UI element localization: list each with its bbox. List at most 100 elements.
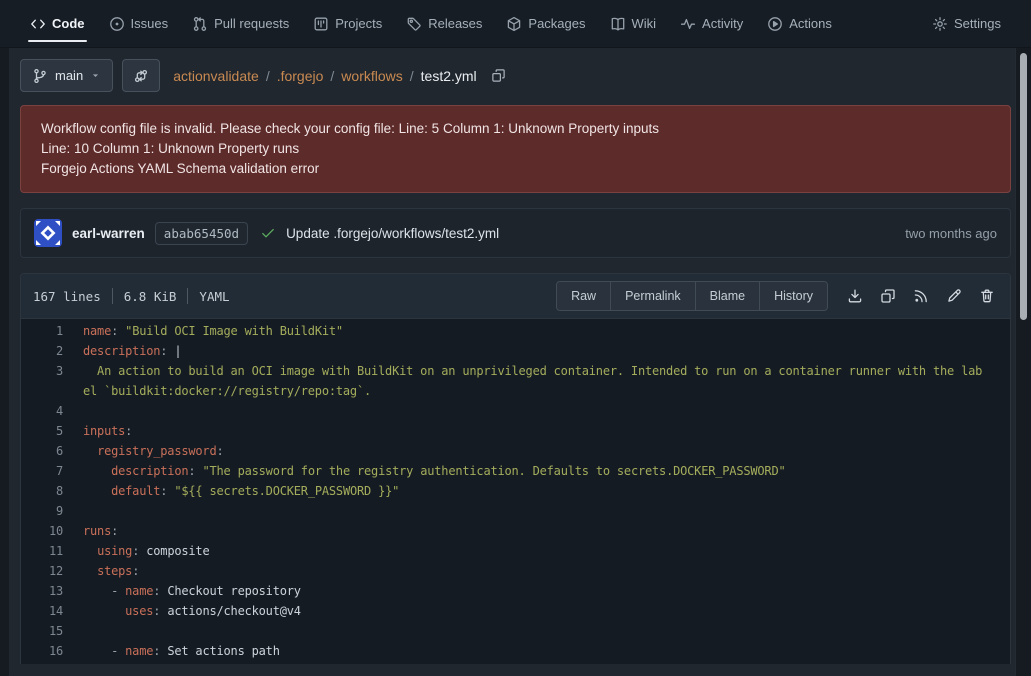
code-line: 9 xyxy=(21,501,1010,521)
tab-packages[interactable]: Packages xyxy=(506,0,585,47)
code-line: 14 uses: actions/checkout@v4 xyxy=(21,601,1010,621)
line-content: runs: xyxy=(83,521,118,541)
code-line: 15 xyxy=(21,621,1010,641)
line-content: name: "Build OCI Image with BuildKit" xyxy=(83,321,343,341)
stats-divider xyxy=(112,288,113,304)
tab-projects[interactable]: Projects xyxy=(313,0,382,47)
code-token: "${{ secrets.DOCKER_PASSWORD }}" xyxy=(174,484,399,498)
book-icon xyxy=(610,16,626,32)
error-banner: Workflow config file is invalid. Please … xyxy=(20,105,1011,193)
code-token: runs xyxy=(83,524,111,538)
tab-activity[interactable]: Activity xyxy=(680,0,743,47)
download-icon[interactable] xyxy=(847,288,863,304)
line-number[interactable]: 4 xyxy=(21,401,83,421)
line-number[interactable]: 5 xyxy=(21,421,83,441)
line-number[interactable]: 15 xyxy=(21,621,83,641)
line-number[interactable]: 12 xyxy=(21,561,83,581)
line-number[interactable]: 1 xyxy=(21,321,83,341)
tab-issues[interactable]: Issues xyxy=(109,0,169,47)
tab-label: Activity xyxy=(702,16,743,31)
tab-settings[interactable]: Settings xyxy=(932,0,1001,47)
git-compare-icon xyxy=(133,68,149,84)
compare-button[interactable] xyxy=(122,59,160,92)
file-stat: YAML xyxy=(199,289,229,304)
line-number[interactable]: 6 xyxy=(21,441,83,461)
line-number[interactable]: 17 xyxy=(21,661,83,664)
breadcrumb-segment[interactable]: workflows xyxy=(341,68,402,84)
tab-label: Pull requests xyxy=(214,16,289,31)
line-number[interactable]: 16 xyxy=(21,641,83,661)
code-token: "Build OCI Image with BuildKit" xyxy=(125,324,343,338)
tab-code[interactable]: Code xyxy=(30,0,85,47)
copy-path-icon[interactable] xyxy=(491,68,506,83)
code-line: 10runs: xyxy=(21,521,1010,541)
line-content: default: "${{ secrets.DOCKER_PASSWORD }}… xyxy=(83,481,399,501)
code-line: 11 using: composite xyxy=(21,541,1010,561)
breadcrumb-segment[interactable]: .forgejo xyxy=(277,68,324,84)
pulse-icon xyxy=(680,16,696,32)
commit-author[interactable]: earl-warren xyxy=(72,226,145,241)
code-token: : xyxy=(132,564,139,578)
blame-button[interactable]: Blame xyxy=(695,282,759,310)
breadcrumb-segment[interactable]: actionvalidate xyxy=(173,68,259,84)
line-number[interactable]: 10 xyxy=(21,521,83,541)
line-content: using: composite xyxy=(83,541,209,561)
permalink-button[interactable]: Permalink xyxy=(610,282,695,310)
line-content: el `buildkit:docker://registry/repo:tag`… xyxy=(83,381,371,401)
avatar[interactable] xyxy=(34,219,62,247)
commit-status-check-icon[interactable] xyxy=(260,225,276,241)
commit-message[interactable]: Update .forgejo/workflows/test2.yml xyxy=(286,226,499,241)
file-path-bar: main actionvalidate/.forgejo/workflows/t… xyxy=(20,58,1011,93)
raw-button[interactable]: Raw xyxy=(557,282,610,310)
code-token: name xyxy=(125,644,153,658)
line-number[interactable]: 7 xyxy=(21,461,83,481)
code-line: 8 default: "${{ secrets.DOCKER_PASSWORD … xyxy=(21,481,1010,501)
tab-label: Packages xyxy=(528,16,585,31)
tab-actions[interactable]: Actions xyxy=(767,0,832,47)
code-token: : xyxy=(111,524,118,538)
line-number[interactable]: 3 xyxy=(21,361,83,381)
tab-label: Actions xyxy=(789,16,832,31)
code-line: 3 An action to build an OCI image with B… xyxy=(21,361,1010,381)
code-token: : xyxy=(188,464,202,478)
error-banner-line: Workflow config file is invalid. Please … xyxy=(41,119,990,139)
code-token: : xyxy=(111,324,125,338)
line-number[interactable]: 14 xyxy=(21,601,83,621)
view-mode-button-group: RawPermalinkBlameHistory xyxy=(556,281,828,311)
tab-label: Projects xyxy=(335,16,382,31)
pull-request-icon xyxy=(192,16,208,32)
code-token: name xyxy=(83,324,111,338)
tab-releases[interactable]: Releases xyxy=(406,0,482,47)
code-line: 16 - name: Set actions path xyxy=(21,641,1010,661)
edit-icon[interactable] xyxy=(946,288,962,304)
delete-icon[interactable] xyxy=(979,288,995,304)
copy-icon[interactable] xyxy=(880,288,896,304)
code-token: description xyxy=(83,344,160,358)
branch-selector-button[interactable]: main xyxy=(20,59,113,92)
code-token: : xyxy=(216,444,223,458)
line-number[interactable]: 8 xyxy=(21,481,83,501)
rss-icon[interactable] xyxy=(913,288,929,304)
tab-wiki[interactable]: Wiki xyxy=(610,0,657,47)
code-token: name xyxy=(125,584,153,598)
code-token: | xyxy=(174,344,181,358)
tab-pull-requests[interactable]: Pull requests xyxy=(192,0,289,47)
line-number[interactable]: 11 xyxy=(21,541,83,561)
code-token: "The password for the registry authentic… xyxy=(202,464,785,478)
code-token: steps xyxy=(97,564,132,578)
line-number[interactable]: 2 xyxy=(21,341,83,361)
commit-hash-badge[interactable]: abab65450d xyxy=(155,222,248,245)
line-number[interactable]: 13 xyxy=(21,581,83,601)
line-number[interactable]: 9 xyxy=(21,501,83,521)
line-number[interactable] xyxy=(21,381,83,401)
code-token: : xyxy=(153,584,167,598)
history-button[interactable]: History xyxy=(759,282,827,310)
scrollbar-thumb[interactable] xyxy=(1020,53,1027,320)
window-left-edge xyxy=(0,0,9,676)
scrollbar-track xyxy=(1015,0,1031,676)
line-content: description: | xyxy=(83,341,181,361)
code-token: el `buildkit:docker://registry/repo:tag`… xyxy=(83,384,371,398)
code-token: composite xyxy=(146,544,209,558)
code-token: - xyxy=(83,584,125,598)
stats-divider xyxy=(187,288,188,304)
